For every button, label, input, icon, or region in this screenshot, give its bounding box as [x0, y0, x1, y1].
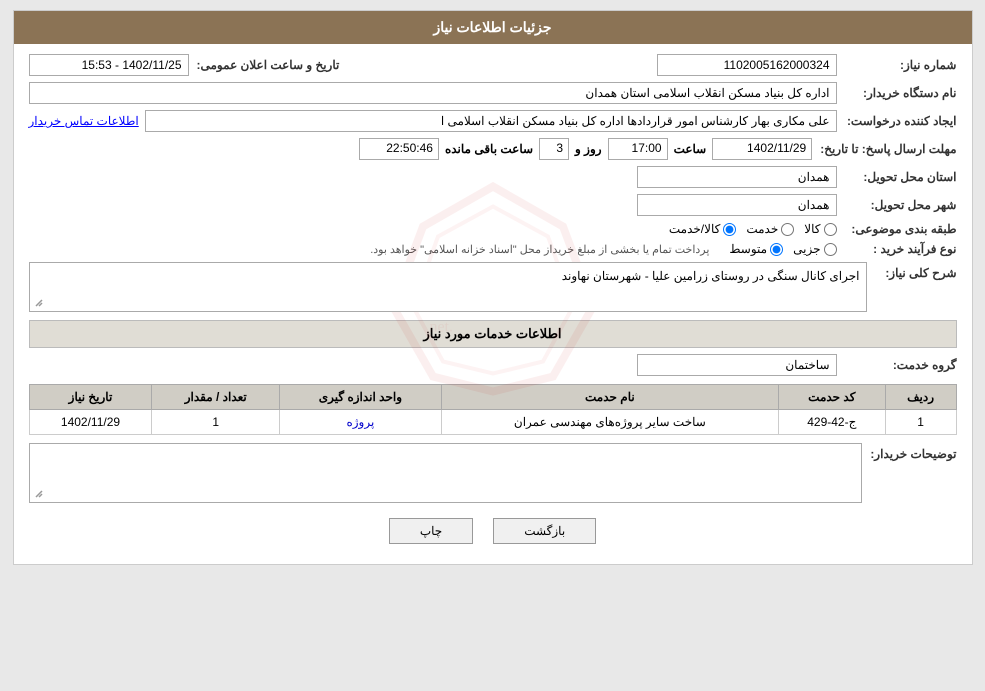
delivery-province-label: استان محل تحویل:: [837, 170, 957, 184]
button-row: بازگشت چاپ: [29, 518, 957, 544]
col-service-name: نام حدمت: [441, 385, 778, 410]
table-header-row: ردیف کد حدمت نام حدمت واحد اندازه گیری ت…: [29, 385, 956, 410]
cell-row-num: 1: [885, 410, 956, 435]
col-quantity: تعداد / مقدار: [152, 385, 280, 410]
page-header: جزئیات اطلاعات نیاز: [14, 11, 972, 44]
table-row: 1 ج-42-429 ساخت سایر پروژه‌های مهندسی عم…: [29, 410, 956, 435]
back-button[interactable]: بازگشت: [493, 518, 596, 544]
need-description-box: اجرای کانال سنگی در روستای زرامین علیا -…: [29, 262, 867, 312]
procurement-radio-jozi-input[interactable]: [824, 243, 837, 256]
table-head: ردیف کد حدمت نام حدمت واحد اندازه گیری ت…: [29, 385, 956, 410]
buyer-desc-resize-icon: [32, 488, 44, 500]
need-description-text: اجرای کانال سنگی در روستای زرامین علیا -…: [562, 269, 860, 283]
buyer-desc-row: توضیحات خریدار:: [29, 443, 957, 503]
col-unit: واحد اندازه گیری: [280, 385, 442, 410]
buyer-org-row: نام دستگاه خریدار: اداره کل بنیاد مسکن ا…: [29, 82, 957, 104]
days-label: روز و: [575, 142, 602, 156]
subject-radio-kala-khedmat: کالا/خدمت: [669, 222, 736, 236]
deadline-date-value: 1402/11/29: [712, 138, 812, 160]
service-group-label: گروه خدمت:: [837, 358, 957, 372]
contact-info-link[interactable]: اطلاعات تماس خریدار: [29, 114, 139, 128]
procurement-type-radios: جزیی متوسط پرداخت تمام یا بخشی از مبلغ خ…: [370, 242, 836, 256]
procurement-radio-motavaset: متوسط: [729, 242, 783, 256]
delivery-province-value: همدان: [637, 166, 837, 188]
subject-category-label: طبقه بندی موضوعی:: [837, 222, 957, 236]
col-need-date: تاریخ نیاز: [29, 385, 152, 410]
services-table-container: ردیف کد حدمت نام حدمت واحد اندازه گیری ت…: [29, 384, 957, 435]
procurement-radio-jozi: جزیی: [793, 242, 836, 256]
procurement-radio-motavaset-label: متوسط: [729, 242, 767, 256]
cell-unit: پروژه: [280, 410, 442, 435]
remaining-label-text: ساعت باقی مانده: [445, 142, 533, 156]
resize-icon: [32, 297, 44, 309]
delivery-city-value: همدان: [637, 194, 837, 216]
remaining-time-value: 22:50:46: [359, 138, 439, 160]
buyer-desc-label: توضیحات خریدار:: [862, 443, 956, 461]
subject-radio-khedmat-input[interactable]: [781, 223, 794, 236]
procurement-type-row: نوع فرآیند خرید : جزیی متوسط پرداخت تمام…: [29, 242, 957, 256]
service-info-header: اطلاعات خدمات مورد نیاز: [29, 320, 957, 348]
cell-quantity: 1: [152, 410, 280, 435]
subject-category-radios: کالا خدمت کالا/خدمت: [669, 222, 837, 236]
requester-value: علی مکاری بهار کارشناس امور قراردادها اد…: [145, 110, 837, 132]
procurement-notice-text: پرداخت تمام یا بخشی از مبلغ خریداز محل "…: [370, 243, 709, 256]
subject-category-row: طبقه بندی موضوعی: کالا خدمت کالا/خدمت: [29, 222, 957, 236]
subject-radio-kala-khedmat-label: کالا/خدمت: [669, 222, 720, 236]
requester-label: ایجاد کننده درخواست:: [837, 114, 957, 128]
cell-need-date: 1402/11/29: [29, 410, 152, 435]
buyer-desc-box: [29, 443, 863, 503]
need-number-value: 1102005162000324: [657, 54, 837, 76]
announcement-label: تاریخ و ساعت اعلان عمومی:: [189, 58, 340, 72]
deadline-label: مهلت ارسال پاسخ: تا تاریخ:: [812, 142, 956, 156]
cell-service-code: ج-42-429: [778, 410, 885, 435]
requester-row: ایجاد کننده درخواست: علی مکاری بهار کارش…: [29, 110, 957, 132]
services-table: ردیف کد حدمت نام حدمت واحد اندازه گیری ت…: [29, 384, 957, 435]
procurement-type-label: نوع فرآیند خرید :: [837, 242, 957, 256]
subject-radio-kala: کالا: [804, 222, 836, 236]
announcement-datetime-value: 1402/11/25 - 15:53: [29, 54, 189, 76]
page-title: جزئیات اطلاعات نیاز: [433, 19, 551, 35]
need-description-row: شرح کلی نیاز: اجرای کانال سنگی در روستای…: [29, 262, 957, 312]
time-label: ساعت: [674, 142, 707, 156]
col-row-num: ردیف: [885, 385, 956, 410]
delivery-city-label: شهر محل تحویل:: [837, 198, 957, 212]
subject-radio-khedmat-label: خدمت: [746, 222, 778, 236]
delivery-city-row: شهر محل تحویل: همدان: [29, 194, 957, 216]
main-container: AnaRender .net جزئیات اطلاعات نیاز شماره…: [13, 10, 973, 565]
procurement-radio-jozi-label: جزیی: [793, 242, 820, 256]
subject-radio-kala-label: کالا: [804, 222, 820, 236]
procurement-radio-motavaset-input[interactable]: [770, 243, 783, 256]
table-body: 1 ج-42-429 ساخت سایر پروژه‌های مهندسی عم…: [29, 410, 956, 435]
subject-radio-kala-khedmat-input[interactable]: [723, 223, 736, 236]
buyer-org-value: اداره کل بنیاد مسکن انقلاب اسلامی استان …: [29, 82, 837, 104]
col-service-code: کد حدمت: [778, 385, 885, 410]
need-description-label: شرح کلی نیاز:: [867, 262, 957, 280]
content-area: شماره نیاز: 1102005162000324 تاریخ و ساع…: [14, 44, 972, 564]
service-group-row: گروه خدمت: ساختمان: [29, 354, 957, 376]
delivery-province-row: استان محل تحویل: همدان: [29, 166, 957, 188]
subject-radio-kala-input[interactable]: [824, 223, 837, 236]
subject-radio-khedmat: خدمت: [746, 222, 794, 236]
deadline-time-value: 17:00: [608, 138, 668, 160]
service-group-value: ساختمان: [637, 354, 837, 376]
need-number-label: شماره نیاز:: [837, 58, 957, 72]
print-button[interactable]: چاپ: [389, 518, 473, 544]
deadline-days-value: 3: [539, 138, 569, 160]
need-number-row: شماره نیاز: 1102005162000324 تاریخ و ساع…: [29, 54, 957, 76]
cell-service-name: ساخت سایر پروژه‌های مهندسی عمران: [441, 410, 778, 435]
service-info-title: اطلاعات خدمات مورد نیاز: [423, 326, 561, 341]
buyer-org-label: نام دستگاه خریدار:: [837, 86, 957, 100]
deadline-row: مهلت ارسال پاسخ: تا تاریخ: 1402/11/29 سا…: [29, 138, 957, 160]
